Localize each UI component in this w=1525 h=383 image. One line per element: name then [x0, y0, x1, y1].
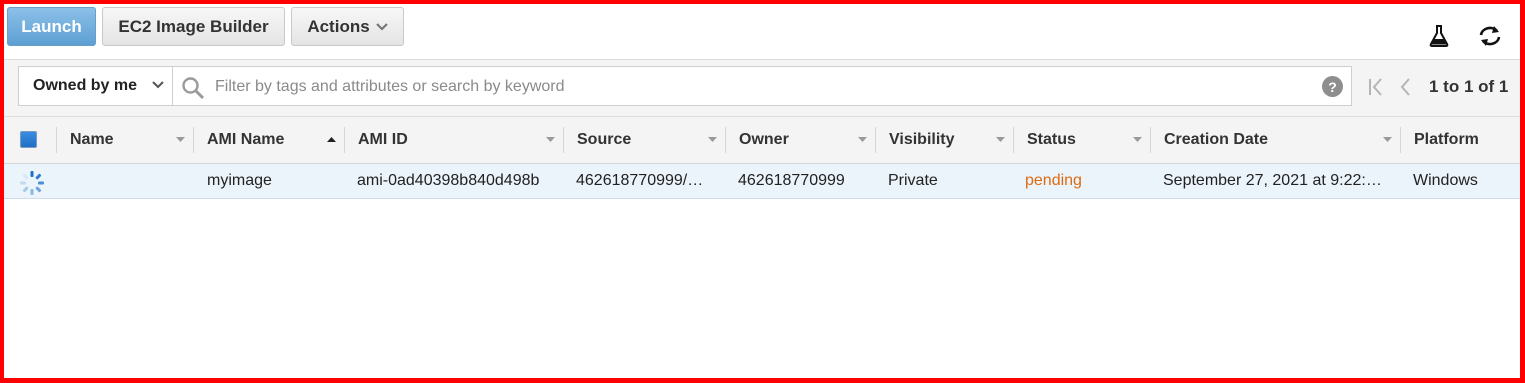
search-input[interactable] [213, 73, 1307, 101]
owner-filter-select[interactable]: Owned by me [18, 66, 173, 106]
flask-icon[interactable] [1425, 22, 1453, 50]
owner-filter-value: Owned by me [33, 77, 138, 94]
select-all-checkbox[interactable] [20, 131, 37, 148]
column-label: Name [70, 131, 114, 148]
previous-page-icon[interactable] [1398, 77, 1412, 97]
sort-down-icon [1133, 137, 1142, 142]
ec2-image-builder-button[interactable]: EC2 Image Builder [102, 7, 285, 46]
cell-ami-name: myimage [207, 172, 272, 189]
cell-visibility: Private [888, 172, 938, 189]
column-label: AMI ID [358, 131, 408, 148]
sort-down-icon [546, 137, 555, 142]
actions-button[interactable]: Actions [291, 7, 404, 46]
column-label: AMI Name [207, 131, 285, 148]
column-label: Owner [739, 131, 789, 148]
launch-button[interactable]: Launch [7, 7, 96, 46]
sort-down-icon [1383, 137, 1392, 142]
column-header-creation-date[interactable]: Creation Date [1151, 117, 1400, 163]
cell-source: 462618770999/… [576, 172, 704, 189]
chevron-down-icon [375, 23, 388, 31]
cell-ami-id: ami-0ad40398b840d498b [357, 172, 540, 189]
column-label: Platform [1414, 131, 1479, 148]
column-header-name[interactable]: Name [57, 117, 193, 163]
table-header: Name AMI Name AMI ID Source Owner Visibi… [4, 117, 1520, 164]
ami-console-panel: Launch EC2 Image Builder Actions Owned b… [4, 4, 1520, 378]
column-header-source[interactable]: Source [564, 117, 725, 163]
cell-name [70, 164, 190, 198]
chevron-down-icon [152, 81, 164, 89]
pagination-text: 1 to 1 of 1 [1429, 77, 1509, 96]
column-label: Status [1027, 131, 1076, 148]
actions-label: Actions [307, 16, 370, 36]
sort-down-icon [176, 137, 185, 142]
table-row[interactable]: myimage ami-0ad40398b840d498b 4626187709… [4, 164, 1520, 199]
column-header-visibility[interactable]: Visibility [876, 117, 1013, 163]
sort-down-icon [996, 137, 1005, 142]
column-label: Source [577, 131, 632, 148]
sort-ascending-icon [327, 137, 336, 142]
sort-down-icon [858, 137, 867, 142]
column-label: Creation Date [1164, 131, 1269, 148]
cell-platform: Windows [1413, 172, 1478, 189]
column-header-owner[interactable]: Owner [726, 117, 875, 163]
sort-down-icon [708, 137, 717, 142]
cell-owner: 462618770999 [738, 172, 845, 189]
column-header-ami-id[interactable]: AMI ID [345, 117, 563, 163]
cell-status: pending [1025, 172, 1082, 189]
loading-spinner-icon [20, 171, 44, 195]
search-icon [182, 77, 205, 100]
first-page-icon[interactable] [1367, 77, 1385, 97]
column-header-platform[interactable]: Platform [1401, 117, 1520, 163]
search-box: ? [172, 66, 1352, 106]
column-header-status[interactable]: Status [1014, 117, 1150, 163]
column-label: Visibility [889, 131, 955, 148]
help-icon[interactable]: ? [1322, 76, 1343, 97]
filter-bar: Owned by me ? 1 to 1 of 1 [4, 59, 1520, 117]
refresh-icon[interactable] [1476, 22, 1504, 50]
cell-creation-date: September 27, 2021 at 9:22:… [1163, 172, 1382, 189]
column-header-ami-name[interactable]: AMI Name [194, 117, 344, 163]
